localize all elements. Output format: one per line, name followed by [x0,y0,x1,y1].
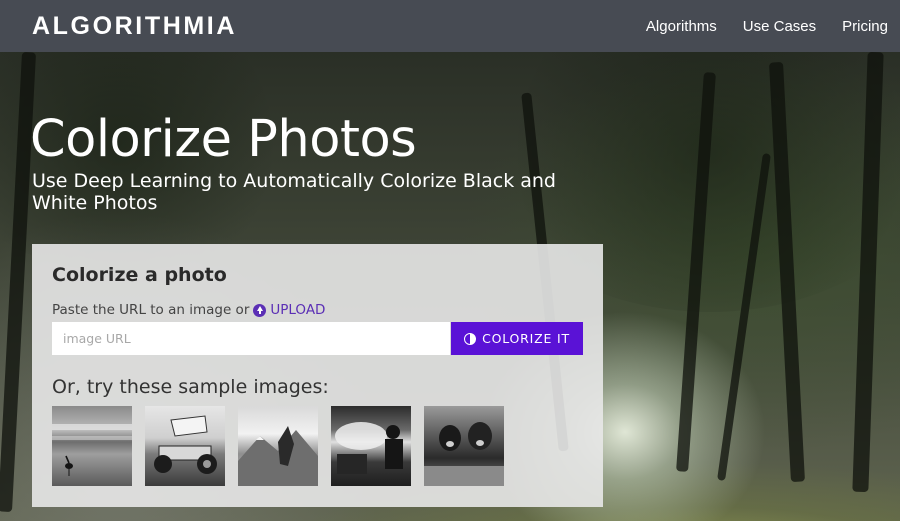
sample-image-people-in-mist[interactable] [331,406,411,486]
samples-heading: Or, try these sample images: [52,376,329,398]
paste-instructions: Paste the URL to an image or UPLOAD [52,302,325,318]
people-in-mist-icon [335,422,403,474]
top-navbar: ALGORITHMIA Algorithms Use Cases Pricing [0,0,900,52]
colorize-button-label: COLORIZE IT [482,331,570,346]
sample-images [52,406,504,486]
colorize-card: Colorize a photo Paste the URL to an ima… [32,244,603,507]
card-title: Colorize a photo [52,264,227,286]
sample-image-sprint-car[interactable] [145,406,225,486]
page-title: Colorize Photos [30,110,417,169]
upload-label: UPLOAD [270,302,326,318]
mountain-climber-icon [238,426,318,486]
sample-image-mountain-climber[interactable] [238,406,318,486]
nav-links: Algorithms Use Cases Pricing [646,18,888,35]
colorize-it-button[interactable]: COLORIZE IT [451,322,583,355]
bird-silhouette-icon [52,424,132,476]
cow-head-icon [424,422,504,486]
algorithmia-logo[interactable]: ALGORITHMIA [32,12,237,41]
paste-text: Paste the URL to an image or [52,302,250,318]
upload-link[interactable]: UPLOAD [253,302,325,318]
nav-link-algorithms[interactable]: Algorithms [646,18,717,35]
half-circle-icon [464,332,477,345]
upload-arrow-icon [253,303,267,317]
nav-link-pricing[interactable]: Pricing [842,18,888,35]
sprint-car-icon [154,415,217,474]
page-subtitle: Use Deep Learning to Automatically Color… [32,170,556,214]
image-url-input[interactable] [52,322,450,355]
nav-link-use-cases[interactable]: Use Cases [743,18,816,35]
sample-image-bird-on-beach[interactable] [52,406,132,486]
sample-image-cows-in-field[interactable] [424,406,504,486]
